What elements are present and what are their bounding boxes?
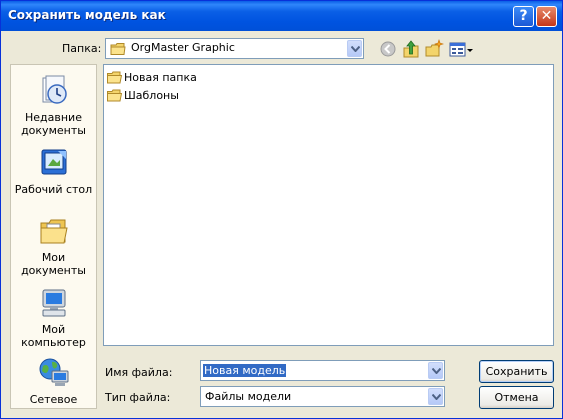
save-button[interactable]: Сохранить bbox=[479, 360, 554, 383]
title-bar[interactable]: Сохранить модель как ? ✕ bbox=[1, 1, 562, 31]
places-item-my-computer[interactable]: Мой компьютер bbox=[11, 287, 96, 349]
network-icon bbox=[39, 358, 68, 386]
close-button[interactable]: ✕ bbox=[536, 6, 557, 27]
up-folder-icon[interactable] bbox=[401, 39, 421, 59]
filename-dropdown-button[interactable] bbox=[428, 362, 443, 379]
folder-icon bbox=[107, 89, 122, 102]
filename-value: Новая модель bbox=[203, 364, 287, 377]
filetype-select[interactable]: Файлы модели bbox=[200, 386, 445, 407]
help-button[interactable]: ? bbox=[513, 6, 534, 27]
list-item[interactable]: Шаблоны bbox=[107, 88, 227, 104]
filetype-dropdown-button[interactable] bbox=[428, 388, 443, 405]
places-label-network: Сетевое bbox=[29, 393, 78, 406]
file-name: Новая папка bbox=[124, 71, 197, 84]
places-item-my-documents[interactable]: Мои документы bbox=[11, 215, 96, 277]
help-icon: ? bbox=[519, 8, 528, 24]
places-item-desktop[interactable]: Рабочий стол bbox=[11, 147, 96, 196]
filetype-value: Файлы модели bbox=[205, 390, 292, 403]
places-label-desktop: Рабочий стол bbox=[14, 183, 93, 196]
window-title: Сохранить модель как bbox=[8, 8, 166, 22]
my-documents-icon bbox=[40, 219, 68, 244]
places-label-my-computer: Мой компьютер bbox=[21, 323, 86, 349]
filetype-label: Тип файла: bbox=[105, 391, 171, 404]
places-item-network[interactable]: Сетевое bbox=[11, 357, 96, 406]
places-label-my-documents: Мои документы bbox=[21, 251, 86, 277]
filename-input[interactable]: Новая модель bbox=[200, 360, 445, 381]
folder-icon bbox=[110, 43, 126, 55]
lookin-combo[interactable]: OrgMaster Graphic bbox=[105, 38, 364, 59]
folder-icon bbox=[107, 71, 122, 84]
lookin-value: OrgMaster Graphic bbox=[131, 41, 235, 54]
desktop-icon bbox=[41, 149, 66, 175]
places-bar: Недавние документы Рабочий стол Мои доку… bbox=[10, 64, 97, 409]
chevron-down-icon bbox=[432, 394, 441, 400]
view-menu-icon[interactable] bbox=[448, 39, 474, 59]
save-dialog: Сохранить модель как ? ✕ Папка: OrgMaste… bbox=[0, 0, 563, 419]
filename-label: Имя файла: bbox=[105, 366, 173, 379]
close-icon: ✕ bbox=[540, 8, 553, 24]
back-icon[interactable] bbox=[378, 39, 398, 59]
places-label-recent: Недавние документы bbox=[21, 111, 86, 137]
recent-documents-icon bbox=[42, 75, 67, 104]
lookin-label: Папка: bbox=[62, 42, 102, 55]
chevron-down-icon bbox=[351, 46, 360, 52]
places-item-recent[interactable]: Недавние документы bbox=[11, 75, 96, 137]
list-item[interactable]: Новая папка bbox=[107, 70, 227, 86]
lookin-dropdown-button[interactable] bbox=[347, 40, 362, 57]
cancel-button[interactable]: Отмена bbox=[479, 386, 554, 409]
my-computer-icon bbox=[42, 289, 65, 317]
file-list[interactable]: Новая папка Шаблоны bbox=[103, 64, 554, 346]
file-name: Шаблоны bbox=[124, 89, 179, 102]
chevron-down-icon bbox=[432, 368, 441, 374]
new-folder-icon[interactable] bbox=[424, 39, 444, 59]
